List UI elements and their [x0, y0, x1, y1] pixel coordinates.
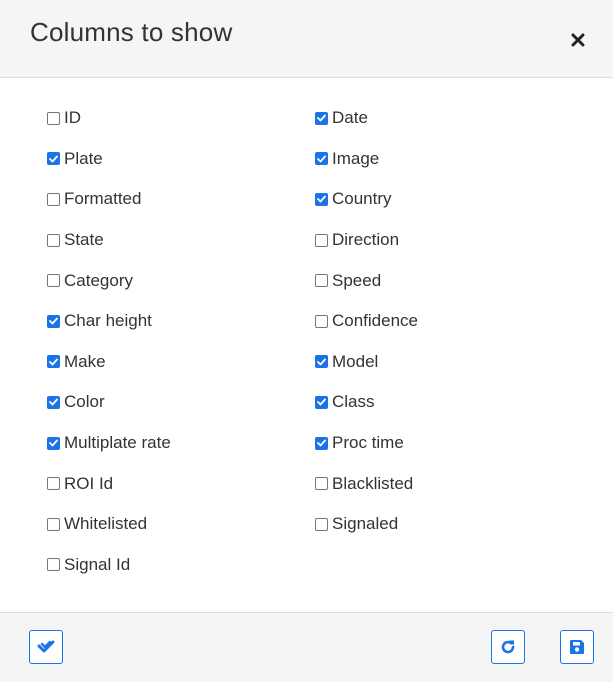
column-option-plate[interactable]: Plate: [47, 139, 171, 180]
column-option-label: Class: [332, 392, 375, 412]
column-option-label: Signal Id: [64, 554, 131, 574]
columns-left-list: ID Plate Formatted State Category Char height…: [47, 98, 171, 585]
column-option-country[interactable]: Country: [315, 179, 418, 220]
checkbox[interactable]: [315, 152, 328, 166]
column-option-proc-time[interactable]: Proc time: [315, 423, 418, 464]
checkbox[interactable]: [315, 233, 328, 247]
close-icon: [571, 33, 585, 47]
checkbox[interactable]: [315, 274, 328, 288]
column-option-label: Image: [332, 148, 380, 168]
checkmark-icon: [317, 196, 326, 203]
checkmark-icon: [49, 439, 58, 447]
checkbox[interactable]: [47, 517, 60, 531]
checkbox[interactable]: [47, 477, 60, 491]
checkbox[interactable]: [47, 436, 60, 450]
column-option-char-height[interactable]: Char height: [47, 301, 171, 342]
column-option-id[interactable]: ID: [47, 98, 171, 139]
column-option-label: ID: [64, 108, 81, 128]
column-option-blacklisted[interactable]: Blacklisted: [315, 463, 418, 504]
column-option-date[interactable]: Date: [315, 98, 418, 139]
column-option-label: State: [64, 230, 104, 250]
checkbox[interactable]: [47, 395, 60, 409]
columns-dialog: Columns to show ID Plate Formatted State Cat…: [0, 0, 613, 682]
column-option-label: Signaled: [332, 514, 399, 534]
checkbox[interactable]: [47, 192, 60, 206]
checkmark-icon: [49, 399, 58, 406]
close-button[interactable]: [560, 22, 596, 58]
floppy-disk-icon: [570, 640, 584, 654]
column-option-multiplate-rate[interactable]: Multiplate rate: [47, 423, 171, 464]
redo-icon: [501, 640, 515, 654]
column-option-whitelisted[interactable]: Whitelisted: [47, 504, 171, 545]
column-option-label: Direction: [332, 230, 400, 250]
checkbox[interactable]: [315, 192, 328, 206]
checkmark-icon: [49, 155, 58, 163]
column-option-label: Date: [332, 108, 368, 128]
checkbox[interactable]: [315, 314, 328, 328]
column-option-label: Multiplate rate: [64, 433, 171, 453]
column-option-label: Model: [332, 351, 379, 371]
column-option-label: Speed: [332, 270, 382, 290]
column-option-label: Plate: [64, 148, 103, 168]
column-option-confidence[interactable]: Confidence: [315, 301, 418, 342]
column-option-class[interactable]: Class: [315, 382, 418, 423]
dialog-title: Columns to show: [30, 17, 233, 47]
checkbox[interactable]: [315, 436, 328, 450]
dialog-body: ID Plate Formatted State Category Char height…: [0, 78, 613, 612]
dialog-header: Columns to show: [0, 0, 613, 78]
checkmark-icon: [317, 439, 326, 447]
checkbox[interactable]: [315, 395, 328, 409]
dialog-footer: [0, 612, 613, 682]
column-option-color[interactable]: Color: [47, 382, 171, 423]
select-all-button[interactable]: [29, 630, 63, 664]
checkbox[interactable]: [47, 152, 60, 166]
columns-right-list: Date Image Country Direction Speed Confidence…: [315, 98, 418, 545]
checkbox[interactable]: [315, 355, 328, 369]
reset-button[interactable]: [491, 630, 525, 664]
checkbox[interactable]: [47, 111, 60, 125]
column-option-label: Country: [332, 189, 392, 209]
column-option-label: Whitelisted: [64, 514, 148, 534]
column-option-label: Color: [64, 392, 105, 412]
checkbox[interactable]: [315, 517, 328, 531]
column-option-formatted[interactable]: Formatted: [47, 179, 171, 220]
checkmark-icon: [317, 399, 326, 406]
save-button[interactable]: [560, 630, 594, 664]
column-option-signaled[interactable]: Signaled: [315, 504, 418, 545]
checkbox[interactable]: [315, 111, 328, 125]
checkbox[interactable]: [315, 477, 328, 491]
double-check-icon: [37, 640, 55, 653]
column-option-roi-id[interactable]: ROI Id: [47, 463, 171, 504]
checkbox[interactable]: [47, 233, 60, 247]
column-option-label: Proc time: [332, 433, 404, 453]
column-option-label: ROI Id: [64, 473, 114, 493]
column-option-label: Char height: [64, 311, 152, 331]
checkmark-icon: [317, 358, 326, 366]
column-option-model[interactable]: Model: [315, 342, 418, 383]
checkbox[interactable]: [47, 274, 60, 288]
column-option-make[interactable]: Make: [47, 342, 171, 383]
checkmark-icon: [317, 155, 326, 163]
column-option-speed[interactable]: Speed: [315, 260, 418, 301]
column-option-signal-id[interactable]: Signal Id: [47, 545, 171, 586]
column-option-label: Confidence: [332, 311, 419, 331]
column-option-image[interactable]: Image: [315, 139, 418, 180]
checkmark-icon: [49, 358, 58, 366]
checkmark-icon: [49, 317, 58, 325]
column-option-direction[interactable]: Direction: [315, 220, 418, 261]
checkbox[interactable]: [47, 558, 60, 572]
column-option-label: Make: [64, 351, 106, 371]
column-option-state[interactable]: State: [47, 220, 171, 261]
column-option-label: Category: [64, 270, 133, 290]
column-option-label: Blacklisted: [332, 473, 414, 493]
column-option-label: Formatted: [64, 189, 142, 209]
checkbox[interactable]: [47, 314, 60, 328]
checkmark-icon: [317, 114, 326, 122]
column-option-category[interactable]: Category: [47, 260, 171, 301]
checkbox[interactable]: [47, 355, 60, 369]
